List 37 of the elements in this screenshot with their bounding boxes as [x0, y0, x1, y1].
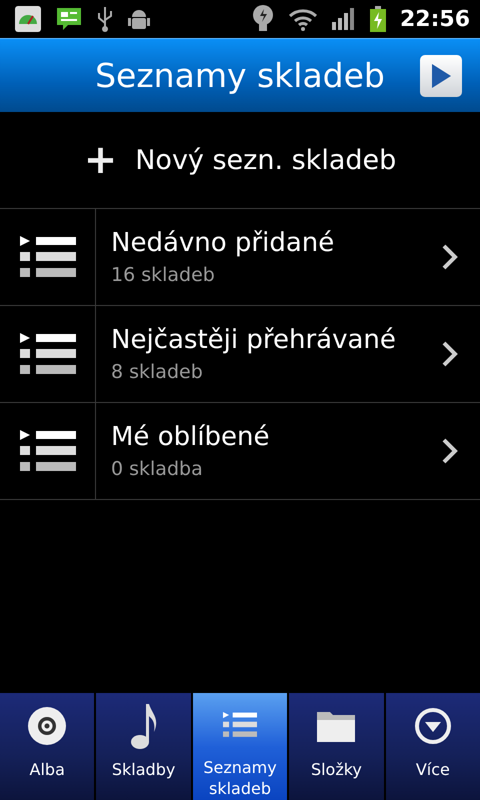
playlist-icon — [20, 430, 76, 472]
music-note-icon — [130, 702, 158, 750]
playlist-name: Nedávno přidané — [111, 228, 336, 258]
usb-icon — [96, 5, 114, 33]
clock-time: 22:56 — [400, 6, 470, 32]
folder-icon — [316, 709, 356, 743]
playlist-icon — [223, 712, 258, 738]
song-count: 0 skladba — [111, 458, 204, 480]
playlist-name: Mé oblíbené — [111, 422, 271, 452]
tab[interactable]: Více — [386, 693, 480, 800]
tab[interactable]: Alba — [0, 693, 94, 800]
signal-icon — [332, 8, 356, 30]
tab[interactable]: Seznamy skladeb — [192, 693, 288, 800]
playlist-icon — [20, 333, 76, 375]
tab[interactable]: Složky — [289, 693, 384, 800]
tab[interactable]: Skladby — [96, 693, 191, 800]
song-count: 8 skladeb — [111, 361, 204, 383]
wifi-icon — [288, 7, 318, 31]
gauge-icon — [14, 5, 42, 33]
playlist-name: Nejčastěji přehrávané — [111, 325, 397, 355]
now-playing-button[interactable] — [420, 55, 462, 97]
play-icon — [430, 63, 452, 89]
android-icon — [128, 7, 150, 31]
screen-title: Seznamy skladeb — [95, 56, 385, 95]
dropdown-circle-icon — [414, 707, 452, 745]
battery-icon — [370, 6, 386, 32]
playlist-row[interactable]: Nejčastěji přehrávané 8 skladeb — [0, 306, 480, 403]
chevron-right-icon — [441, 340, 459, 368]
song-count: 16 skladeb — [111, 264, 216, 286]
chevron-right-icon — [441, 243, 459, 271]
playlist-icon — [20, 236, 76, 278]
message-icon — [56, 6, 82, 32]
chevron-right-icon — [441, 437, 459, 465]
disc-icon — [27, 706, 68, 746]
lightbulb-icon — [252, 4, 274, 34]
playlist-row[interactable]: Nedávno přidané 16 skladeb — [0, 209, 480, 306]
playlist-row[interactable]: Mé oblíbené 0 skladba — [0, 403, 480, 500]
